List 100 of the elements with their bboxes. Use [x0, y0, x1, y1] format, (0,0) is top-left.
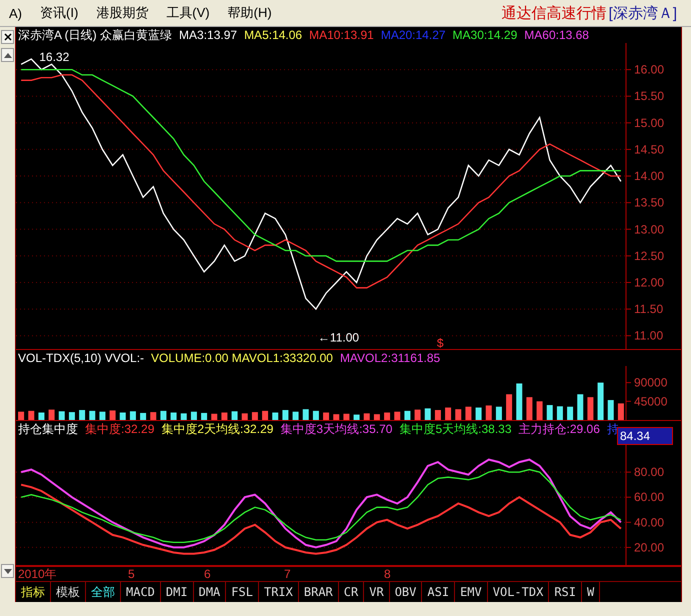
volume-bar	[455, 409, 462, 420]
event-marker: $	[436, 336, 444, 349]
volume-bar	[120, 412, 126, 420]
volume-bar	[536, 401, 543, 420]
volume-bar	[394, 412, 400, 420]
volume-bar	[38, 412, 44, 420]
legend-value: VOL-TDX(5,10) VVOL:-	[18, 351, 144, 365]
axis-tick-label: 14.00	[634, 169, 664, 184]
legend-value: 持仓集中度	[18, 421, 78, 437]
date-axis-label: 6	[204, 567, 212, 581]
legend-value: 集中度2天均线:32.29	[161, 421, 274, 437]
axis-tick-label: 13.50	[634, 196, 664, 210]
legend-value: MA60:13.68	[524, 28, 589, 42]
volume-bar	[556, 406, 563, 420]
date-axis-label: 5	[128, 567, 136, 581]
close-icon	[4, 33, 12, 41]
legend-value: MA3:13.97	[179, 28, 238, 42]
menu-item[interactable]: 港股期货	[87, 4, 158, 22]
axis-tick-label: 45000	[634, 394, 668, 408]
volume-bar	[333, 414, 340, 420]
volume-bar	[445, 408, 452, 420]
axis-tick-label: 90000	[634, 376, 668, 390]
legend-value: MAVOL2:31161.85	[340, 351, 440, 365]
menu-item[interactable]: 帮助(H)	[218, 4, 281, 22]
legend-value: MA30:14.29	[452, 28, 518, 42]
volume-bar	[323, 412, 330, 420]
volume-bar	[516, 383, 522, 420]
volume-bar	[190, 412, 197, 420]
axis-tick-label: 11.00	[634, 328, 664, 343]
volume-bar	[343, 414, 350, 420]
volume-bar	[89, 410, 96, 420]
legend-value: MA20:14.27	[380, 28, 446, 42]
legend-value: 集中度:32.29	[85, 421, 154, 437]
volume-bar	[424, 408, 431, 420]
scroll-up-button[interactable]	[1, 48, 14, 62]
volume-bar	[140, 412, 146, 420]
caret-down-icon	[4, 568, 12, 574]
volume-bar	[110, 410, 116, 420]
volume-bar	[384, 412, 390, 420]
menu-item[interactable]: 资讯(I)	[31, 4, 88, 22]
date-axis-label: 7	[284, 567, 292, 581]
axis-tick-label: 12.00	[634, 275, 664, 290]
volume-bar	[312, 410, 319, 420]
close-button[interactable]	[1, 30, 14, 44]
chart-title: 深赤湾A (日线) 众赢白黄蓝绿	[18, 27, 172, 43]
volume-bar	[567, 406, 574, 420]
volume-bar	[282, 410, 288, 420]
volume-bar	[221, 412, 228, 420]
axis-tick-label: 20.00	[634, 540, 664, 554]
legend-value: 持	[606, 421, 619, 437]
volume-bar	[262, 410, 268, 420]
legend-value: 主力持仓:29.06	[518, 421, 600, 437]
legend-value: 集中度5天均线:38.33	[399, 421, 512, 437]
volume-bar	[68, 412, 75, 420]
menu-item[interactable]: A)	[0, 6, 31, 20]
volume-bar	[476, 408, 482, 420]
volume-bar	[354, 414, 360, 420]
volume-bar	[58, 411, 65, 420]
app-title: 通达信高速行情	[502, 4, 607, 22]
legend-value: VOLUME:0.00 MAVOL1:33320.00	[151, 351, 333, 365]
scroll-down-button[interactable]	[1, 564, 14, 578]
menu-item[interactable]: 工具(V)	[157, 4, 219, 22]
volume-bar	[496, 406, 502, 420]
caret-up-icon	[4, 52, 12, 58]
volume-bar	[486, 405, 492, 420]
volume-bar	[28, 410, 34, 420]
volume-bar	[546, 405, 553, 420]
axis-tick-label: 60.00	[634, 490, 664, 504]
volume-bar	[608, 400, 614, 420]
volume-bar	[150, 412, 156, 420]
volume-bar	[201, 412, 208, 420]
volume-bar	[252, 412, 258, 420]
volume-bar	[587, 397, 594, 420]
volume-bar	[272, 412, 278, 420]
legend-value: MA10:13.91	[309, 28, 374, 42]
volume-bar	[618, 403, 624, 420]
current-value-label: 84.34	[617, 427, 673, 445]
volume-bar	[211, 414, 218, 420]
volume-bar	[130, 411, 136, 420]
volume-bar	[526, 397, 532, 420]
volume-bar	[465, 406, 472, 420]
axis-tick-label: 11.50	[634, 302, 664, 316]
low-price-label: ←11.00	[318, 330, 360, 345]
volume-bar	[404, 410, 410, 420]
volume-bar	[170, 412, 177, 420]
legend-value: 集中度3天均线:35.70	[280, 421, 392, 437]
axis-tick-label: 14.50	[634, 142, 664, 156]
volume-bar	[99, 412, 106, 420]
volume-bar	[374, 414, 380, 420]
volume-bar	[242, 413, 248, 420]
axis-tick-label: 80.00	[634, 465, 664, 480]
volume-bar	[364, 413, 370, 420]
axis-tick-label: 13.00	[634, 222, 664, 236]
volume-bar	[414, 410, 421, 420]
volume-bar	[598, 382, 604, 420]
axis-tick-label: 15.50	[634, 89, 664, 104]
axis-tick-label: 12.50	[634, 248, 664, 263]
axis-tick-label: 40.00	[634, 515, 664, 530]
axis-tick-label: 15.00	[634, 116, 664, 130]
volume-bar	[302, 409, 309, 420]
